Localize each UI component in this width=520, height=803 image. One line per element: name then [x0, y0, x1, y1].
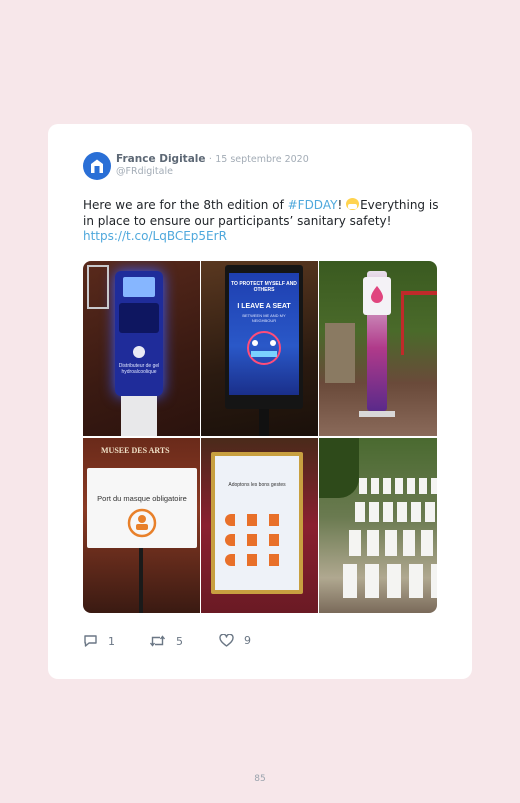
sign-heading: TO PROTECT MYSELF AND OTHERS: [231, 281, 297, 293]
reply-count: 1: [108, 634, 115, 648]
author-line: France Digitale · 15 septembre 2020: [116, 153, 309, 166]
chairs-row-4: [343, 564, 437, 598]
tweet-url-link[interactable]: https://t.co/LqBCEp5ErR: [83, 229, 227, 243]
kiosk-base: [121, 396, 157, 436]
kiosk-sign-text: Distributeur de gel hydroalcoolique: [118, 363, 160, 375]
sign-main-text: I LEAVE A SEAT: [237, 303, 291, 310]
photo-grid: Distributeur de gel hydroalcoolique TO P…: [83, 261, 437, 613]
like-action[interactable]: 9: [219, 634, 251, 647]
chairs-row-3: [349, 530, 437, 556]
retweet-icon: [149, 635, 166, 647]
photo-safety-rules-poster[interactable]: Adoptons les bons gestes: [201, 438, 318, 613]
photo-sanitizer-kiosk-blue[interactable]: Distributeur de gel hydroalcoolique: [83, 261, 200, 436]
reply-action[interactable]: 1: [83, 634, 115, 648]
stone-pillar: [325, 323, 355, 383]
reply-icon: [84, 635, 97, 647]
france-digitale-logo-icon: [91, 159, 103, 173]
chairs-row-2: [355, 502, 437, 522]
drop-icon: [371, 286, 383, 303]
photo-digital-sign-leave-a-seat[interactable]: TO PROTECT MYSELF AND OTHERS I LEAVE A S…: [201, 261, 318, 436]
chairs-row-1: [359, 478, 437, 494]
retweet-action[interactable]: 5: [149, 634, 183, 648]
stand-base: [359, 411, 395, 417]
tweet-actions: 1 5 9: [83, 634, 383, 650]
poster-icon-row-1: [225, 514, 289, 526]
window-frame: [87, 265, 109, 309]
mask-sign-text: Port du masque obligatoire: [97, 494, 187, 503]
tweet-text-part-2: !: [337, 198, 347, 212]
sign-stand: [259, 409, 269, 436]
photo-sanitizer-stand-pink[interactable]: [319, 261, 437, 436]
retweet-count: 5: [176, 634, 183, 648]
face-with-medical-mask-icon: [346, 198, 360, 210]
sign-subtext: BETWEEN ME AND MY NEIGHBOUR: [242, 313, 286, 323]
museum-text: MUSEE DES ARTS: [101, 446, 170, 455]
tweet-card: France Digitale · 15 septembre 2020 @FRd…: [48, 124, 472, 679]
kiosk-panel: [119, 303, 159, 333]
like-count: 9: [244, 634, 251, 647]
avatar[interactable]: [83, 152, 111, 180]
author-handle[interactable]: @FRdigitale: [116, 166, 173, 177]
tweet-text-part-1: Here we are for the 8th edition of: [83, 198, 288, 212]
author-name[interactable]: France Digitale: [116, 153, 206, 165]
tweet-date[interactable]: 15 septembre 2020: [215, 154, 309, 165]
tweet-text: Here we are for the 8th edition of #FDDA…: [83, 198, 443, 245]
photo-white-chairs-garden[interactable]: [319, 438, 437, 613]
seat-illustration-icon: [247, 331, 281, 365]
sign-pole: [139, 548, 143, 613]
mask-icon: [127, 508, 157, 538]
kiosk-logo-circle: [133, 346, 145, 358]
heart-icon: [219, 634, 234, 647]
hashtag-link[interactable]: #FDDAY: [288, 198, 338, 212]
author-separator: ·: [208, 154, 212, 165]
poster-title: Adoptons les bons gestes: [228, 482, 286, 488]
poster-icon-row-2: [225, 534, 289, 546]
page-number: 85: [254, 774, 266, 784]
kiosk-screen: [123, 277, 155, 297]
tree: [319, 438, 359, 498]
red-fence: [401, 291, 437, 355]
poster-icon-row-3: [225, 554, 289, 566]
photo-mask-mandatory-sign[interactable]: MUSEE DES ARTS Port du masque obligatoir…: [83, 438, 200, 613]
